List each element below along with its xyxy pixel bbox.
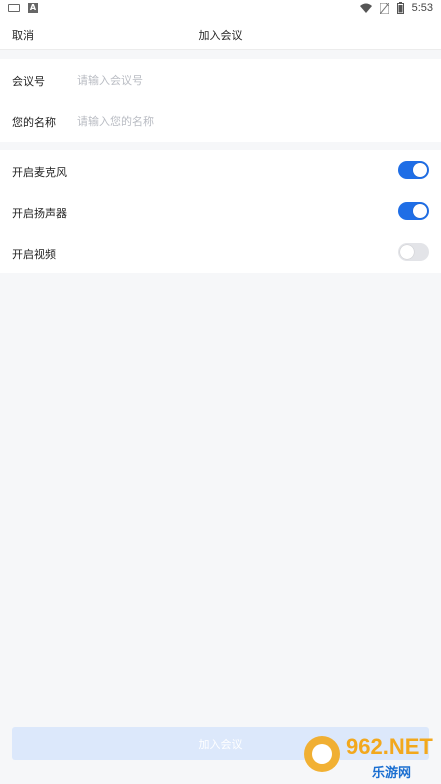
sim-icon [379,2,389,14]
wifi-icon [359,3,372,13]
microphone-label: 开启麦克风 [12,166,67,179]
nav-bar: 取消 加入会议 [0,18,441,50]
watermark-logo: 962.NET 乐游网 [300,732,438,781]
clock: 5:53 [411,2,433,14]
meeting-id-row: 会议号 [0,59,441,100]
video-toggle[interactable] [398,243,429,261]
keyboard-icon [8,4,20,12]
video-row: 开启视频 [0,232,441,273]
speaker-label: 开启扬声器 [12,207,67,220]
meeting-id-label: 会议号 [12,75,45,88]
toggle-knob [413,163,427,177]
logo-icon [304,736,340,772]
toggle-knob [413,204,427,218]
name-label: 您的名称 [12,116,56,129]
speaker-row: 开启扬声器 [0,191,441,232]
name-row: 您的名称 [0,100,441,141]
watermark-subtext: 乐游网 [372,766,412,781]
meeting-info-section: 会议号 您的名称 [0,59,441,142]
video-label: 开启视频 [12,248,56,261]
microphone-toggle[interactable] [398,161,429,179]
watermark-text: 962.NET [346,734,433,759]
meeting-id-input[interactable] [77,69,417,91]
page-title: 加入会议 [198,29,243,42]
toggle-knob [400,245,414,259]
microphone-row: 开启麦克风 [0,150,441,191]
name-input[interactable] [77,110,417,132]
status-bar: A 5:53 [0,0,441,18]
a-icon: A [28,3,38,13]
battery-icon [396,2,404,14]
options-section: 开启麦克风 开启扬声器 开启视频 [0,150,441,273]
speaker-toggle[interactable] [398,202,429,220]
